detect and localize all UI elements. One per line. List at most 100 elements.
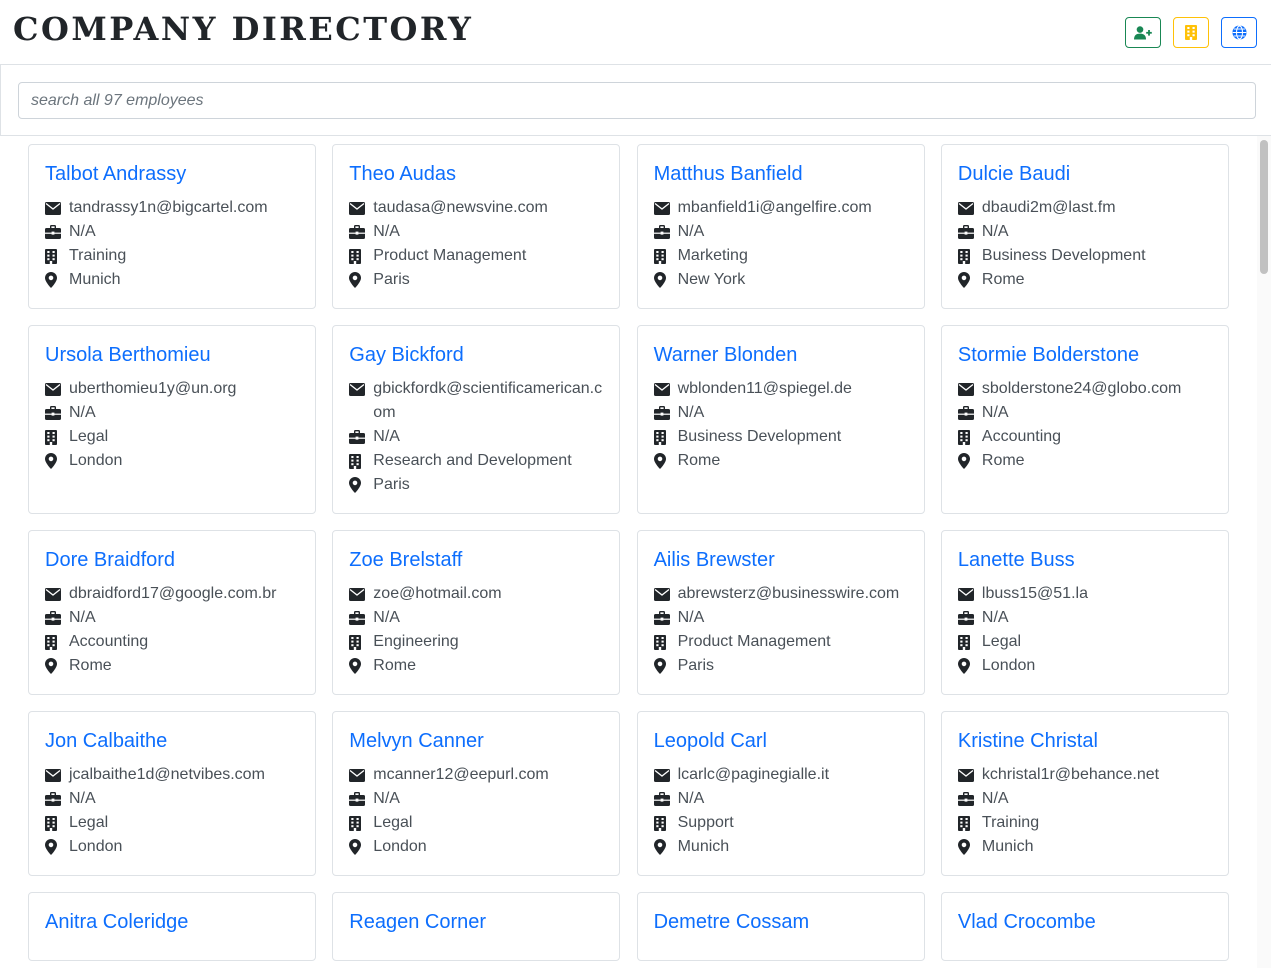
job-row: N/A	[653, 220, 908, 244]
employee-name-link[interactable]: Ursola Berthomieu	[45, 344, 299, 367]
employee-card[interactable]: Leopold Carl lcarlc@paginegialle.it N/A …	[636, 711, 925, 876]
employee-card[interactable]: Zoe Brelstaff zoe@hotmail.com N/A Engine…	[332, 530, 621, 695]
employee-email: mcanner12@eepurl.com	[373, 766, 549, 783]
job-row: N/A	[45, 787, 299, 811]
employee-card[interactable]: Theo Audas taudasa@newsvine.com N/A Prod…	[332, 144, 621, 309]
employee-job-title: N/A	[69, 790, 96, 807]
briefcase-icon	[45, 401, 69, 425]
departments-button[interactable]	[1173, 17, 1209, 48]
employee-card[interactable]: Kristine Christal kchristal1r@behance.ne…	[940, 711, 1229, 876]
employee-job-title: N/A	[373, 223, 400, 240]
employee-card[interactable]: Melvyn Canner mcanner12@eepurl.com N/A L…	[332, 711, 621, 876]
building-icon	[45, 811, 69, 835]
employee-email: zoe@hotmail.com	[373, 585, 502, 602]
employee-name-link[interactable]: Melvyn Canner	[349, 730, 603, 753]
map-pin-icon	[957, 654, 982, 678]
employee-card[interactable]: Dulcie Baudi dbaudi2m@last.fm N/A Busine…	[940, 144, 1229, 309]
employee-department: Legal	[69, 428, 109, 445]
building-icon	[349, 630, 373, 654]
envelope-icon	[957, 582, 982, 606]
employee-name-link[interactable]: Dulcie Baudi	[958, 163, 1212, 186]
building-icon	[45, 630, 69, 654]
location-row: Rome	[957, 268, 1212, 292]
envelope-icon	[957, 196, 982, 220]
employee-name-link[interactable]: Demetre Cossam	[654, 911, 908, 934]
scrollbar[interactable]	[1257, 136, 1271, 968]
employee-email: uberthomieu1y@un.org	[69, 380, 237, 397]
employee-card[interactable]: Reagen Corner	[332, 892, 621, 961]
employee-name-link[interactable]: Ailis Brewster	[654, 549, 908, 572]
employee-email: taudasa@newsvine.com	[373, 199, 548, 216]
briefcase-icon	[349, 425, 373, 449]
employee-card[interactable]: Warner Blonden wblonden11@spiegel.de N/A…	[636, 325, 925, 514]
locations-button[interactable]	[1221, 17, 1257, 48]
employee-email: lcarlc@paginegialle.it	[677, 766, 830, 783]
employee-card[interactable]: Jon Calbaithe jcalbaithe1d@netvibes.com …	[28, 711, 316, 876]
envelope-icon	[349, 377, 373, 401]
employee-job-title: N/A	[677, 223, 705, 240]
employee-name-link[interactable]: Talbot Andrassy	[45, 163, 299, 186]
employee-card[interactable]: Matthus Banfield mbanfield1i@angelfire.c…	[636, 144, 925, 309]
employee-grid: Talbot Andrassy tandrassy1n@bigcartel.co…	[28, 144, 1229, 961]
employee-job-title: N/A	[373, 428, 400, 445]
job-row: N/A	[349, 220, 603, 244]
employee-name-link[interactable]: Reagen Corner	[349, 911, 603, 934]
employee-name-link[interactable]: Leopold Carl	[654, 730, 908, 753]
briefcase-icon	[349, 220, 373, 244]
employee-department: Product Management	[373, 247, 527, 264]
email-row: zoe@hotmail.com	[349, 582, 603, 606]
building-icon	[957, 630, 982, 654]
employee-card[interactable]: Stormie Bolderstone sbolderstone24@globo…	[940, 325, 1229, 514]
employee-card[interactable]: Ailis Brewster abrewsterz@businesswire.c…	[636, 530, 925, 695]
building-icon	[653, 425, 678, 449]
employee-name-link[interactable]: Theo Audas	[349, 163, 603, 186]
employee-card[interactable]: Anitra Coleridge	[28, 892, 316, 961]
employee-card[interactable]: Ursola Berthomieu uberthomieu1y@un.org N…	[28, 325, 316, 514]
job-row: N/A	[957, 606, 1212, 630]
envelope-icon	[957, 377, 982, 401]
employee-name-link[interactable]: Warner Blonden	[654, 344, 908, 367]
employee-department: Training	[69, 247, 127, 264]
employee-name-link[interactable]: Zoe Brelstaff	[349, 549, 603, 572]
employee-department: Accounting	[69, 633, 149, 650]
employee-location: Munich	[981, 838, 1034, 855]
employee-card[interactable]: Vlad Crocombe	[940, 892, 1229, 961]
employee-name-link[interactable]: Kristine Christal	[958, 730, 1212, 753]
employee-name-link[interactable]: Jon Calbaithe	[45, 730, 299, 753]
employee-card[interactable]: Gay Bickford gbickfordk@scientificameric…	[332, 325, 621, 514]
email-row: jcalbaithe1d@netvibes.com	[45, 763, 299, 787]
employee-name-link[interactable]: Stormie Bolderstone	[958, 344, 1212, 367]
employee-location: Rome	[677, 452, 721, 469]
employee-email: tandrassy1n@bigcartel.com	[69, 199, 268, 216]
briefcase-icon	[653, 220, 678, 244]
employee-name-link[interactable]: Lanette Buss	[958, 549, 1212, 572]
email-row: mbanfield1i@angelfire.com	[653, 196, 908, 220]
building-icon	[957, 244, 982, 268]
employee-card[interactable]: Lanette Buss lbuss15@51.la N/A Legal Lon…	[940, 530, 1229, 695]
add-employee-button[interactable]	[1125, 17, 1161, 48]
employee-card[interactable]: Demetre Cossam	[636, 892, 925, 961]
department-row: Legal	[957, 630, 1212, 654]
location-row: Paris	[349, 473, 603, 497]
location-row: Munich	[653, 835, 908, 859]
employee-name-link[interactable]: Gay Bickford	[349, 344, 603, 367]
employee-card[interactable]: Dore Braidford dbraidford17@google.com.b…	[28, 530, 316, 695]
department-row: Marketing	[653, 244, 908, 268]
employee-name-link[interactable]: Matthus Banfield	[654, 163, 908, 186]
job-row: N/A	[957, 401, 1212, 425]
employee-name-link[interactable]: Anitra Coleridge	[45, 911, 299, 934]
email-row: abrewsterz@businesswire.com	[653, 582, 908, 606]
scrollbar-thumb[interactable]	[1260, 140, 1268, 274]
briefcase-icon	[957, 220, 982, 244]
employee-card[interactable]: Talbot Andrassy tandrassy1n@bigcartel.co…	[28, 144, 316, 309]
employee-location: London	[69, 838, 123, 855]
building-icon	[1185, 25, 1197, 40]
search-input[interactable]	[18, 82, 1256, 119]
briefcase-icon	[45, 787, 69, 811]
employee-name-link[interactable]: Dore Braidford	[45, 549, 299, 572]
briefcase-icon	[957, 606, 982, 630]
email-row: lcarlc@paginegialle.it	[653, 763, 908, 787]
employee-job-title: N/A	[981, 223, 1009, 240]
employee-name-link[interactable]: Vlad Crocombe	[958, 911, 1212, 934]
employee-email: wblonden11@spiegel.de	[677, 380, 852, 397]
